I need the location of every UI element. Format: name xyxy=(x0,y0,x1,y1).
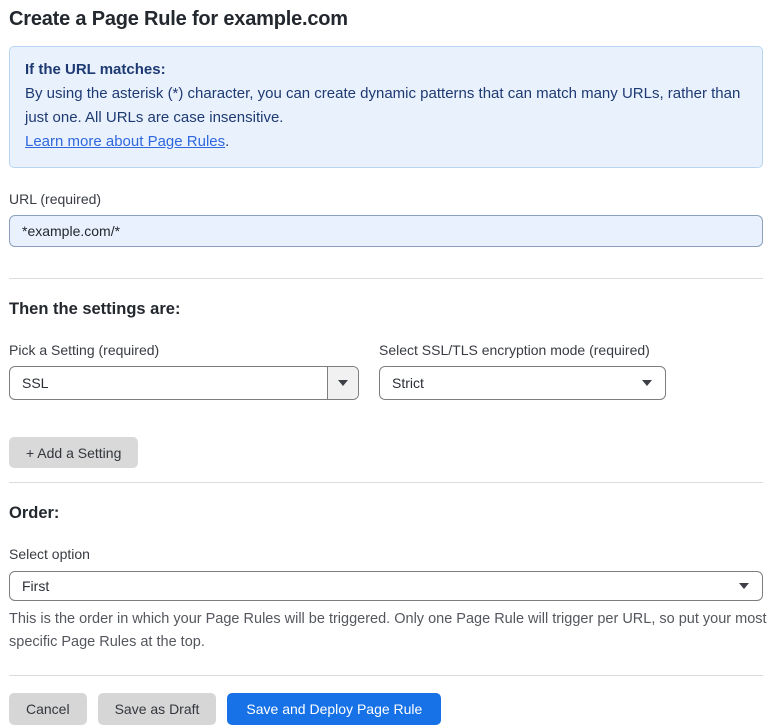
ssl-mode-select[interactable]: Strict xyxy=(379,366,666,400)
order-section-heading: Order: xyxy=(9,504,60,522)
link-suffix: . xyxy=(225,133,230,150)
caret-down-icon xyxy=(338,380,348,386)
pick-setting-caret-section[interactable] xyxy=(327,367,358,399)
save-deploy-button[interactable]: Save and Deploy Page Rule xyxy=(227,693,442,725)
ssl-mode-value: Strict xyxy=(392,375,424,391)
order-select[interactable]: First xyxy=(9,571,763,601)
pick-setting-select[interactable]: SSL xyxy=(9,366,359,400)
order-help-text: This is the order in which your Page Rul… xyxy=(9,611,767,650)
url-input[interactable] xyxy=(9,215,763,247)
ssl-mode-column: Select SSL/TLS encryption mode (required… xyxy=(379,319,666,400)
pick-setting-column: Pick a Setting (required) SSL xyxy=(9,319,359,400)
save-draft-button[interactable]: Save as Draft xyxy=(97,693,217,725)
footer-divider xyxy=(9,675,763,676)
pick-setting-value: SSL xyxy=(22,375,49,391)
add-setting-button[interactable]: + Add a Setting xyxy=(9,437,139,468)
url-match-info-box: If the URL matches: By using the asteris… xyxy=(9,46,763,168)
info-box-link-line: Learn more about Page Rules. xyxy=(25,130,747,154)
url-field-label: URL (required) xyxy=(9,191,102,207)
pick-setting-label: Pick a Setting (required) xyxy=(9,342,160,358)
learn-more-link[interactable]: Learn more about Page Rules xyxy=(25,133,225,150)
caret-down-icon xyxy=(642,380,652,386)
settings-section-heading: Then the settings are: xyxy=(9,300,181,318)
cancel-button[interactable]: Cancel xyxy=(9,693,87,725)
caret-down-icon xyxy=(739,583,749,589)
page-title: Create a Page Rule for example.com xyxy=(9,8,348,30)
info-box-body: By using the asterisk (*) character, you… xyxy=(25,85,741,126)
ssl-mode-label: Select SSL/TLS encryption mode (required… xyxy=(379,342,650,358)
settings-selects-row: Pick a Setting (required) SSL Select SSL… xyxy=(9,319,763,400)
page-rule-form: Create a Page Rule for example.com If th… xyxy=(0,0,772,725)
footer-actions: Cancel Save as Draft Save and Deploy Pag… xyxy=(9,693,763,725)
info-box-heading: If the URL matches: xyxy=(25,61,166,78)
section-divider xyxy=(9,278,763,279)
order-select-value: First xyxy=(22,578,50,594)
order-select-label: Select option xyxy=(9,546,90,562)
section-divider xyxy=(9,482,763,483)
